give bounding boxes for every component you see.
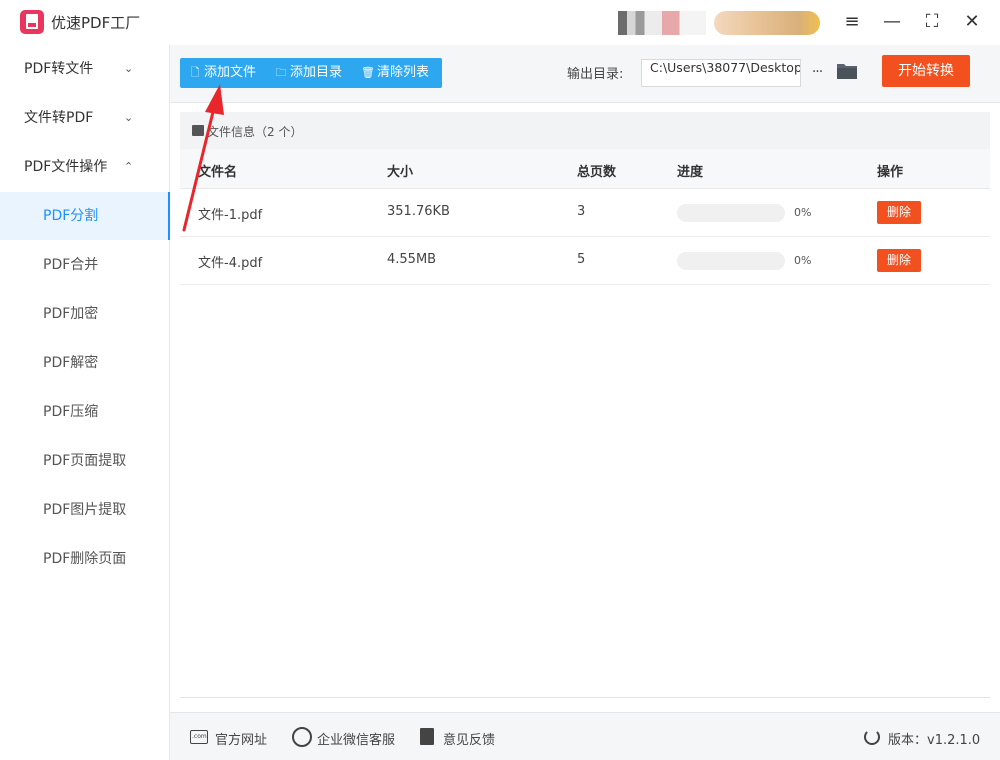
table-header: 文件名 大小 总页数 进度 操作 [180, 149, 990, 189]
sidebar-item-label: PDF压缩 [43, 404, 99, 420]
file-name: 文件-1.pdf [198, 208, 263, 223]
file-info-bar: 文件信息（2 个） [180, 112, 990, 149]
toolbar: 🗋 添加文件 🗀 添加目录 🗑 清除列表 输出目录: C:\Users\38077\D… [170, 45, 1000, 103]
folder-icon: 🗀 [275, 66, 287, 79]
sidebar-item-pdf-decrypt[interactable]: PDF解密 [0, 339, 170, 387]
file-info-icon [192, 125, 204, 136]
page-count: 5 [577, 252, 586, 267]
add-directory-button[interactable]: 🗀 添加目录 [274, 58, 343, 88]
sidebar-item-label: PDF分割 [43, 208, 99, 224]
table-row[interactable]: 文件-4.pdf 4.55MB 5 0% 删除 [180, 237, 990, 285]
minimize-icon[interactable]: — [880, 10, 904, 34]
version-label: 版本：v1.2.1.0 [888, 733, 981, 748]
sidebar-group-file-to-pdf[interactable]: 文件转PDF ⌄ [0, 94, 170, 142]
file-icon: 🗋 [190, 66, 200, 79]
start-convert-button[interactable]: 开始转换 [882, 55, 970, 87]
sidebar-item-pdf-split[interactable]: PDF分割 [0, 192, 170, 240]
sidebar-item-label: PDF合并 [43, 257, 99, 273]
page-count: 3 [577, 204, 586, 219]
file-action-group: 🗋 添加文件 🗀 添加目录 🗑 清除列表 [180, 58, 442, 88]
column-header-size: 大小 [387, 165, 414, 180]
open-folder-icon[interactable] [836, 62, 858, 80]
output-dir-field[interactable]: C:\Users\38077\Desktop [641, 59, 801, 87]
add-directory-label: 添加目录 [290, 65, 343, 80]
column-header-pages: 总页数 [577, 165, 617, 180]
feedback-link[interactable]: 意见反馈 [443, 729, 495, 748]
more-options-icon[interactable]: ··· [807, 59, 827, 87]
progress-bar [677, 252, 785, 270]
sidebar-item-pdf-merge[interactable]: PDF合并 [0, 241, 170, 289]
file-info-label: 文件信息（2 个） [207, 125, 303, 139]
trash-icon: 🗑 [361, 66, 375, 79]
chevron-up-icon: ⌃ [124, 160, 134, 173]
sidebar-group-label: 文件转PDF [24, 110, 94, 126]
column-header-progress: 进度 [677, 165, 704, 180]
close-icon[interactable]: ✕ [960, 10, 984, 34]
menu-icon[interactable]: ≡ [840, 10, 864, 34]
sidebar-item-label: PDF加密 [43, 306, 99, 322]
progress-bar [677, 204, 785, 222]
progress-percent: 0% [794, 254, 812, 267]
sidebar-group-label: PDF文件操作 [24, 159, 108, 175]
delete-button[interactable]: 删除 [877, 249, 921, 272]
sidebar-item-pdf-delete-pages[interactable]: PDF删除页面 [0, 535, 170, 583]
sidebar-group-pdf-to-file[interactable]: PDF转文件 ⌄ [0, 45, 170, 93]
user-account-badge[interactable] [714, 11, 820, 35]
sidebar: PDF转文件 ⌄ 文件转PDF ⌄ PDF文件操作 ⌃ PDF分割 PDF合并 … [0, 45, 170, 760]
sidebar-item-pdf-image-extract[interactable]: PDF图片提取 [0, 486, 170, 534]
app-title: 优速PDF工厂 [51, 14, 141, 32]
sidebar-item-label: PDF删除页面 [43, 551, 127, 567]
add-file-button[interactable]: 🗋 添加文件 [188, 58, 256, 88]
delete-button[interactable]: 删除 [877, 201, 921, 224]
file-size: 4.55MB [387, 252, 437, 267]
sidebar-group-label: PDF转文件 [24, 61, 94, 77]
wechat-support-icon [292, 727, 312, 747]
refresh-icon[interactable] [864, 729, 880, 745]
file-size: 351.76KB [387, 204, 450, 219]
feedback-icon [420, 728, 434, 745]
sidebar-item-pdf-page-extract[interactable]: PDF页面提取 [0, 437, 170, 485]
clear-list-label: 清除列表 [377, 65, 430, 80]
clear-list-button[interactable]: 🗑 清除列表 [361, 58, 429, 88]
sidebar-item-pdf-compress[interactable]: PDF压缩 [0, 388, 170, 436]
user-avatar[interactable] [618, 11, 706, 35]
chevron-down-icon: ⌄ [124, 62, 134, 75]
file-list-panel: 文件信息（2 个） 文件名 大小 总页数 进度 操作 文件-1.pdf 351.… [180, 112, 990, 698]
maximize-icon[interactable]: ⛶ [920, 10, 944, 34]
output-dir-label: 输出目录: [567, 67, 624, 82]
sidebar-item-label: PDF解密 [43, 355, 99, 371]
column-header-actions: 操作 [877, 165, 904, 180]
chevron-down-icon: ⌄ [124, 111, 134, 124]
add-file-label: 添加文件 [204, 65, 257, 80]
website-icon [190, 730, 208, 744]
table-row[interactable]: 文件-1.pdf 351.76KB 3 0% 删除 [180, 189, 990, 237]
column-header-name: 文件名 [198, 165, 238, 180]
progress-percent: 0% [794, 206, 812, 219]
sidebar-item-label: PDF图片提取 [43, 502, 127, 518]
official-website-link[interactable]: 官方网址 [215, 729, 267, 748]
sidebar-group-pdf-operations[interactable]: PDF文件操作 ⌃ [0, 143, 170, 191]
title-bar: 优速PDF工厂 ≡ — ⛶ ✕ [0, 0, 1000, 45]
footer: 官方网址 企业微信客服 意见反馈 版本：v1.2.1.0 [170, 712, 1000, 760]
wechat-support-link[interactable]: 企业微信客服 [317, 729, 395, 748]
sidebar-item-label: PDF页面提取 [43, 453, 127, 469]
sidebar-item-pdf-encrypt[interactable]: PDF加密 [0, 290, 170, 338]
app-logo-icon [20, 10, 44, 34]
file-name: 文件-4.pdf [198, 256, 263, 271]
